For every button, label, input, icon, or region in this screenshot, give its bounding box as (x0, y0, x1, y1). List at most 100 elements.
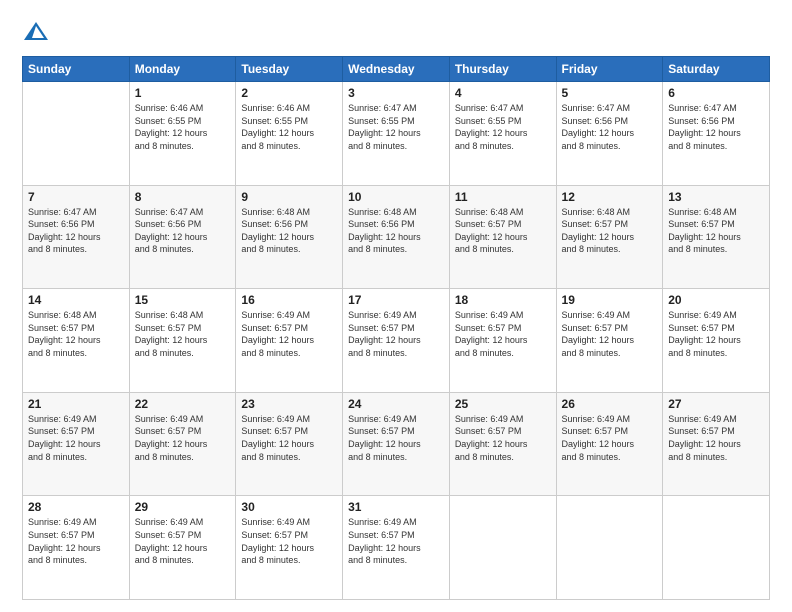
day-number: 25 (455, 397, 551, 411)
day-number: 20 (668, 293, 764, 307)
calendar-cell: 20 Sunrise: 6:49 AM Sunset: 6:57 PM Dayli… (663, 289, 770, 393)
day-number: 11 (455, 190, 551, 204)
cell-info: Sunrise: 6:47 AM Sunset: 6:56 PM Dayligh… (28, 206, 124, 256)
cell-info: Sunrise: 6:49 AM Sunset: 6:57 PM Dayligh… (241, 516, 337, 566)
day-number: 30 (241, 500, 337, 514)
day-number: 14 (28, 293, 124, 307)
cell-info: Sunrise: 6:49 AM Sunset: 6:57 PM Dayligh… (28, 413, 124, 463)
calendar-cell: 31 Sunrise: 6:49 AM Sunset: 6:57 PM Dayli… (343, 496, 450, 600)
calendar-cell (449, 496, 556, 600)
day-number: 16 (241, 293, 337, 307)
page: SundayMondayTuesdayWednesdayThursdayFrid… (0, 0, 792, 612)
calendar-week-row: 1 Sunrise: 6:46 AM Sunset: 6:55 PM Daylig… (23, 82, 770, 186)
calendar-cell: 7 Sunrise: 6:47 AM Sunset: 6:56 PM Daylig… (23, 185, 130, 289)
day-number: 21 (28, 397, 124, 411)
day-number: 2 (241, 86, 337, 100)
calendar-cell (663, 496, 770, 600)
calendar-cell: 12Sunrise: 6:48 AM Sunset: 6:57 PM Dayli… (556, 185, 663, 289)
day-number: 29 (135, 500, 231, 514)
day-number: 1 (135, 86, 231, 100)
calendar-week-row: 21 Sunrise: 6:49 AM Sunset: 6:57 PM Dayli… (23, 392, 770, 496)
day-number: 24 (348, 397, 444, 411)
calendar-cell: 8 Sunrise: 6:47 AM Sunset: 6:56 PM Daylig… (129, 185, 236, 289)
calendar-cell: 27 Sunrise: 6:49 AM Sunset: 6:57 PM Dayli… (663, 392, 770, 496)
day-number: 10 (348, 190, 444, 204)
day-header-tuesday: Tuesday (236, 57, 343, 82)
calendar-cell: 13Sunrise: 6:48 AM Sunset: 6:57 PM Dayli… (663, 185, 770, 289)
cell-info: Sunrise: 6:49 AM Sunset: 6:57 PM Dayligh… (348, 309, 444, 359)
day-header-monday: Monday (129, 57, 236, 82)
cell-info: Sunrise: 6:47 AM Sunset: 6:56 PM Dayligh… (562, 102, 658, 152)
day-number: 7 (28, 190, 124, 204)
day-header-saturday: Saturday (663, 57, 770, 82)
calendar-week-row: 28 Sunrise: 6:49 AM Sunset: 6:57 PM Dayli… (23, 496, 770, 600)
cell-info: Sunrise: 6:49 AM Sunset: 6:57 PM Dayligh… (28, 516, 124, 566)
day-number: 4 (455, 86, 551, 100)
calendar-cell: 9 Sunrise: 6:48 AM Sunset: 6:56 PM Daylig… (236, 185, 343, 289)
calendar-cell: 17Sunrise: 6:49 AM Sunset: 6:57 PM Dayli… (343, 289, 450, 393)
day-number: 31 (348, 500, 444, 514)
calendar-cell: 4Sunrise: 6:47 AM Sunset: 6:55 PM Daylig… (449, 82, 556, 186)
calendar-cell: 16Sunrise: 6:49 AM Sunset: 6:57 PM Dayli… (236, 289, 343, 393)
day-number: 9 (241, 190, 337, 204)
calendar-cell: 28 Sunrise: 6:49 AM Sunset: 6:57 PM Dayli… (23, 496, 130, 600)
day-number: 6 (668, 86, 764, 100)
day-number: 3 (348, 86, 444, 100)
calendar-cell: 2 Sunrise: 6:46 AM Sunset: 6:55 PM Daylig… (236, 82, 343, 186)
calendar-cell: 10 Sunrise: 6:48 AM Sunset: 6:56 PM Dayli… (343, 185, 450, 289)
logo-icon (22, 18, 50, 46)
calendar-week-row: 14 Sunrise: 6:48 AM Sunset: 6:57 PM Dayli… (23, 289, 770, 393)
day-number: 27 (668, 397, 764, 411)
day-number: 8 (135, 190, 231, 204)
calendar-cell: 30 Sunrise: 6:49 AM Sunset: 6:57 PM Dayli… (236, 496, 343, 600)
cell-info: Sunrise: 6:49 AM Sunset: 6:57 PM Dayligh… (348, 413, 444, 463)
calendar-cell: 23 Sunrise: 6:49 AM Sunset: 6:57 PM Dayli… (236, 392, 343, 496)
cell-info: Sunrise: 6:47 AM Sunset: 6:55 PM Dayligh… (348, 102, 444, 152)
day-number: 5 (562, 86, 658, 100)
calendar-cell (556, 496, 663, 600)
calendar-cell: 25Sunrise: 6:49 AM Sunset: 6:57 PM Dayli… (449, 392, 556, 496)
calendar-cell: 11 Sunrise: 6:48 AM Sunset: 6:57 PM Dayli… (449, 185, 556, 289)
calendar-cell: 18Sunrise: 6:49 AM Sunset: 6:57 PM Dayli… (449, 289, 556, 393)
cell-info: Sunrise: 6:48 AM Sunset: 6:56 PM Dayligh… (241, 206, 337, 256)
calendar-cell: 24 Sunrise: 6:49 AM Sunset: 6:57 PM Dayli… (343, 392, 450, 496)
cell-info: Sunrise: 6:49 AM Sunset: 6:57 PM Dayligh… (668, 309, 764, 359)
cell-info: Sunrise: 6:47 AM Sunset: 6:56 PM Dayligh… (668, 102, 764, 152)
day-header-sunday: Sunday (23, 57, 130, 82)
calendar-header-row: SundayMondayTuesdayWednesdayThursdayFrid… (23, 57, 770, 82)
cell-info: Sunrise: 6:46 AM Sunset: 6:55 PM Dayligh… (241, 102, 337, 152)
day-number: 15 (135, 293, 231, 307)
day-number: 19 (562, 293, 658, 307)
calendar-week-row: 7 Sunrise: 6:47 AM Sunset: 6:56 PM Daylig… (23, 185, 770, 289)
cell-info: Sunrise: 6:49 AM Sunset: 6:57 PM Dayligh… (241, 413, 337, 463)
day-number: 26 (562, 397, 658, 411)
cell-info: Sunrise: 6:49 AM Sunset: 6:57 PM Dayligh… (135, 413, 231, 463)
day-number: 22 (135, 397, 231, 411)
cell-info: Sunrise: 6:49 AM Sunset: 6:57 PM Dayligh… (348, 516, 444, 566)
cell-info: Sunrise: 6:48 AM Sunset: 6:57 PM Dayligh… (668, 206, 764, 256)
day-header-wednesday: Wednesday (343, 57, 450, 82)
cell-info: Sunrise: 6:49 AM Sunset: 6:57 PM Dayligh… (668, 413, 764, 463)
calendar-cell: 14Sunrise: 6:48 AM Sunset: 6:57 PM Dayli… (23, 289, 130, 393)
calendar-cell: 6 Sunrise: 6:47 AM Sunset: 6:56 PM Daylig… (663, 82, 770, 186)
cell-info: Sunrise: 6:46 AM Sunset: 6:55 PM Dayligh… (135, 102, 231, 152)
calendar-cell: 15 Sunrise: 6:48 AM Sunset: 6:57 PM Dayli… (129, 289, 236, 393)
logo (22, 18, 54, 46)
day-number: 18 (455, 293, 551, 307)
calendar-cell: 1 Sunrise: 6:46 AM Sunset: 6:55 PM Daylig… (129, 82, 236, 186)
cell-info: Sunrise: 6:47 AM Sunset: 6:56 PM Dayligh… (135, 206, 231, 256)
day-header-thursday: Thursday (449, 57, 556, 82)
calendar-cell: 5 Sunrise: 6:47 AM Sunset: 6:56 PM Daylig… (556, 82, 663, 186)
cell-info: Sunrise: 6:48 AM Sunset: 6:57 PM Dayligh… (135, 309, 231, 359)
day-number: 23 (241, 397, 337, 411)
calendar-cell: 26Sunrise: 6:49 AM Sunset: 6:57 PM Dayli… (556, 392, 663, 496)
calendar-cell: 22 Sunrise: 6:49 AM Sunset: 6:57 PM Dayli… (129, 392, 236, 496)
cell-info: Sunrise: 6:48 AM Sunset: 6:57 PM Dayligh… (455, 206, 551, 256)
day-number: 28 (28, 500, 124, 514)
day-number: 12 (562, 190, 658, 204)
calendar-cell: 3 Sunrise: 6:47 AM Sunset: 6:55 PM Daylig… (343, 82, 450, 186)
cell-info: Sunrise: 6:48 AM Sunset: 6:56 PM Dayligh… (348, 206, 444, 256)
header (22, 18, 770, 46)
cell-info: Sunrise: 6:49 AM Sunset: 6:57 PM Dayligh… (562, 309, 658, 359)
calendar-table: SundayMondayTuesdayWednesdayThursdayFrid… (22, 56, 770, 600)
